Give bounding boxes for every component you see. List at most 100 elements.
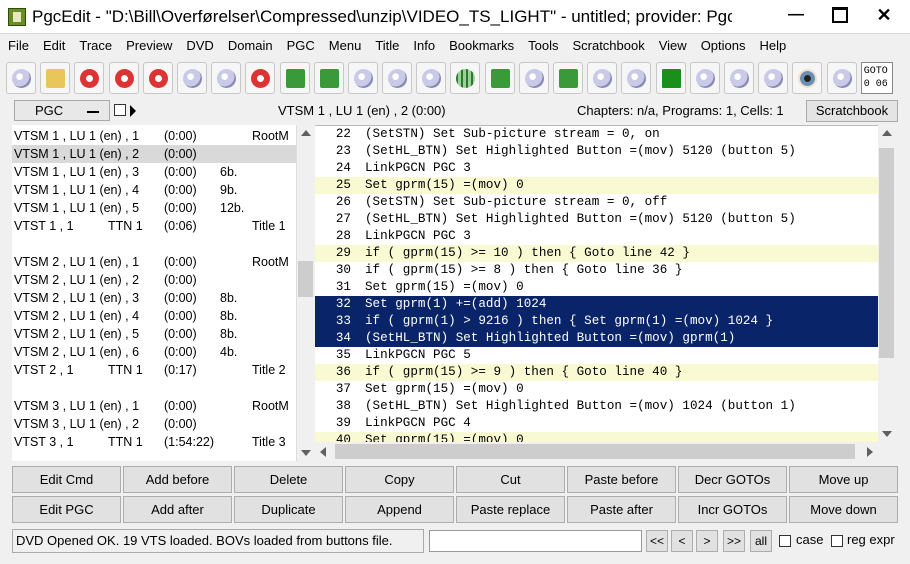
command-line[interactable]: 31 Set gprm(15) =(mov) 0 bbox=[315, 279, 878, 296]
scroll-thumb[interactable] bbox=[298, 261, 313, 297]
command-line[interactable]: 32 Set gprm(1) +=(add) 1024 bbox=[315, 296, 878, 313]
menu-edit[interactable]: Edit bbox=[43, 38, 65, 53]
decr-gotos-button[interactable]: Decr GOTOs bbox=[678, 466, 787, 493]
paste-before-button[interactable]: Paste before bbox=[567, 466, 676, 493]
trace-button[interactable] bbox=[826, 62, 857, 94]
scroll-right-icon[interactable] bbox=[867, 447, 873, 457]
pgc-list-item[interactable]: VTSM 1 , LU 1 (en) , 4 (0:00) 9b. bbox=[12, 181, 296, 199]
command-line[interactable]: 26 (SetSTN) Set Sub-picture stream = 0, o… bbox=[315, 194, 878, 211]
pgc-list-item[interactable]: VTSM 2 , LU 1 (en) , 5 (0:00) 8b. bbox=[12, 325, 296, 343]
scratchbook-button[interactable]: Scratchbook bbox=[806, 100, 898, 122]
search-dvd-button[interactable] bbox=[176, 62, 207, 94]
dvd-button[interactable] bbox=[6, 62, 36, 94]
pgc-list-item[interactable]: VTSM 2 , LU 1 (en) , 3 (0:00) 8b. bbox=[12, 289, 296, 307]
find-all-button[interactable]: all bbox=[750, 530, 772, 552]
pgc-list-item[interactable]: VTSM 1 , LU 1 (en) , 1 (0:00) RootM bbox=[12, 127, 296, 145]
incr-gotos-button[interactable]: Incr GOTOs bbox=[678, 496, 787, 523]
regexpr-checkbox[interactable] bbox=[831, 535, 843, 547]
command-line[interactable]: 25 Set gprm(15) =(mov) 0 bbox=[315, 177, 878, 194]
edit-pgc-button[interactable]: Edit PGC bbox=[12, 496, 121, 523]
chain-button[interactable] bbox=[689, 62, 720, 94]
menu-trace[interactable]: Trace bbox=[79, 38, 112, 53]
import-button[interactable] bbox=[279, 62, 310, 94]
strike-button[interactable] bbox=[621, 62, 652, 94]
close-button[interactable]: ✕ bbox=[862, 0, 906, 30]
case-checkbox[interactable] bbox=[779, 535, 791, 547]
pgc-list-item[interactable]: VTSM 2 , LU 1 (en) , 6 (0:00) 4b. bbox=[12, 343, 296, 361]
add-after-button[interactable]: Add after bbox=[123, 496, 232, 523]
menu-options[interactable]: Options bbox=[701, 38, 746, 53]
pgc-list-item[interactable]: VTSM 3 , LU 1 (en) , 1 (0:00) RootM bbox=[12, 397, 296, 415]
command-line[interactable]: 29 if ( gprm(15) >= 10 ) then { Goto line… bbox=[315, 245, 878, 262]
menu-tools[interactable]: Tools bbox=[528, 38, 558, 53]
menu-help[interactable]: Help bbox=[760, 38, 787, 53]
burn-button[interactable] bbox=[142, 62, 173, 94]
prev-match-button[interactable]: < bbox=[671, 530, 693, 552]
pgc-list-item[interactable]: VTSM 1 , LU 1 (en) , 3 (0:00) 6b. bbox=[12, 163, 296, 181]
minimize-button[interactable]: — bbox=[774, 0, 818, 30]
command-line[interactable]: 35 LinkPGCN PGC 5 bbox=[315, 347, 878, 364]
find-input[interactable] bbox=[429, 530, 642, 552]
command-line[interactable]: 30 if ( gprm(15) >= 8 ) then { Goto line … bbox=[315, 262, 878, 279]
command-line[interactable]: 23 (SetHL_BTN) Set Highlighted Button =(m… bbox=[315, 143, 878, 160]
copy-button[interactable]: Copy bbox=[345, 466, 454, 493]
last-match-button[interactable]: >> bbox=[723, 530, 745, 552]
scroll-down-icon[interactable] bbox=[882, 431, 892, 437]
pgc-list-item[interactable]: VTST 3 , 1 TTN 1 (1:54:22) Title 3 bbox=[12, 433, 296, 451]
menu-title[interactable]: Title bbox=[375, 38, 399, 53]
first-match-button[interactable]: << bbox=[646, 530, 668, 552]
checklist-button[interactable] bbox=[587, 62, 618, 94]
command-line[interactable]: 37 Set gprm(15) =(mov) 0 bbox=[315, 381, 878, 398]
scroll-thumb[interactable] bbox=[879, 148, 894, 358]
menu-domain[interactable]: Domain bbox=[228, 38, 273, 53]
menu-dvd[interactable]: DVD bbox=[186, 38, 213, 53]
menu-button[interactable] bbox=[655, 62, 686, 94]
command-line[interactable]: 22 (SetSTN) Set Sub-picture stream = 0, o… bbox=[315, 126, 878, 143]
scroll-left-icon[interactable] bbox=[320, 447, 326, 457]
menu-info[interactable]: Info bbox=[413, 38, 435, 53]
maximize-button[interactable] bbox=[818, 0, 862, 30]
command-line[interactable]: 36 if ( gprm(15) >= 9 ) then { Goto line … bbox=[315, 364, 878, 381]
tcl-button[interactable] bbox=[758, 62, 789, 94]
dvd-10-button[interactable] bbox=[382, 62, 413, 94]
add-before-button[interactable]: Add before bbox=[123, 466, 232, 493]
edit-cmd-button[interactable]: Edit Cmd bbox=[12, 466, 121, 493]
command-line[interactable]: 24 LinkPGCN PGC 3 bbox=[315, 160, 878, 177]
check-dvd-button[interactable] bbox=[347, 62, 378, 94]
menu-preview[interactable]: Preview bbox=[126, 38, 172, 53]
command-line[interactable]: 33 if ( gprm(1) > 9216 ) then { Set gprm(… bbox=[315, 313, 878, 330]
document-button[interactable] bbox=[416, 62, 447, 94]
pgc-list-item[interactable]: VTST 1 , 1 TTN 1 (0:06) Title 1 bbox=[12, 217, 296, 235]
pgc-list-scrollbar[interactable] bbox=[296, 125, 313, 461]
delete-button[interactable]: Delete bbox=[234, 466, 343, 493]
pgc-list-item[interactable]: VTSM 3 , LU 1 (en) , 2 (0:00) bbox=[12, 415, 296, 433]
play-arrow-icon[interactable] bbox=[130, 105, 136, 117]
dvd-pair-button[interactable] bbox=[211, 62, 242, 94]
eye-button[interactable] bbox=[792, 62, 823, 94]
pgc-list-item[interactable]: VTSM 2 , LU 1 (en) , 1 (0:00) RootM bbox=[12, 253, 296, 271]
pgc-checkbox[interactable] bbox=[114, 104, 126, 116]
menu-scratchbook[interactable]: Scratchbook bbox=[572, 38, 644, 53]
command-line[interactable]: 38 (SetHL_BTN) Set Highlighted Button =(m… bbox=[315, 398, 878, 415]
numbers-button[interactable] bbox=[723, 62, 754, 94]
pgc-selector[interactable]: PGC bbox=[14, 100, 110, 121]
paste-after-button[interactable]: Paste after bbox=[567, 496, 676, 523]
command-line[interactable]: 34 (SetHL_BTN) Set Highlighted Button =(m… bbox=[315, 330, 878, 347]
export-button[interactable] bbox=[313, 62, 344, 94]
pgc-list-item[interactable]: VTST 2 , 1 TTN 1 (0:17) Title 2 bbox=[12, 361, 296, 379]
move-up-button[interactable]: Move up bbox=[789, 466, 898, 493]
append-button[interactable]: Append bbox=[345, 496, 454, 523]
open-folder-button[interactable] bbox=[40, 62, 71, 94]
leaf-button[interactable] bbox=[553, 62, 583, 94]
new-dvd-button[interactable] bbox=[108, 62, 139, 94]
command-line[interactable]: 27 (SetHL_BTN) Set Highlighted Button =(m… bbox=[315, 211, 878, 228]
menu-bookmarks[interactable]: Bookmarks bbox=[449, 38, 514, 53]
command-line[interactable]: 39 LinkPGCN PGC 4 bbox=[315, 415, 878, 432]
command-list-scrollbar[interactable] bbox=[878, 125, 895, 442]
command-line[interactable]: 28 LinkPGCN PGC 3 bbox=[315, 228, 878, 245]
next-match-button[interactable]: > bbox=[696, 530, 718, 552]
move-down-button[interactable]: Move down bbox=[789, 496, 898, 523]
pgc-list-item[interactable]: VTSM 1 , LU 1 (en) , 2 (0:00) bbox=[12, 145, 296, 163]
scroll-down-icon[interactable] bbox=[301, 450, 311, 456]
scroll-thumb[interactable] bbox=[335, 444, 855, 459]
